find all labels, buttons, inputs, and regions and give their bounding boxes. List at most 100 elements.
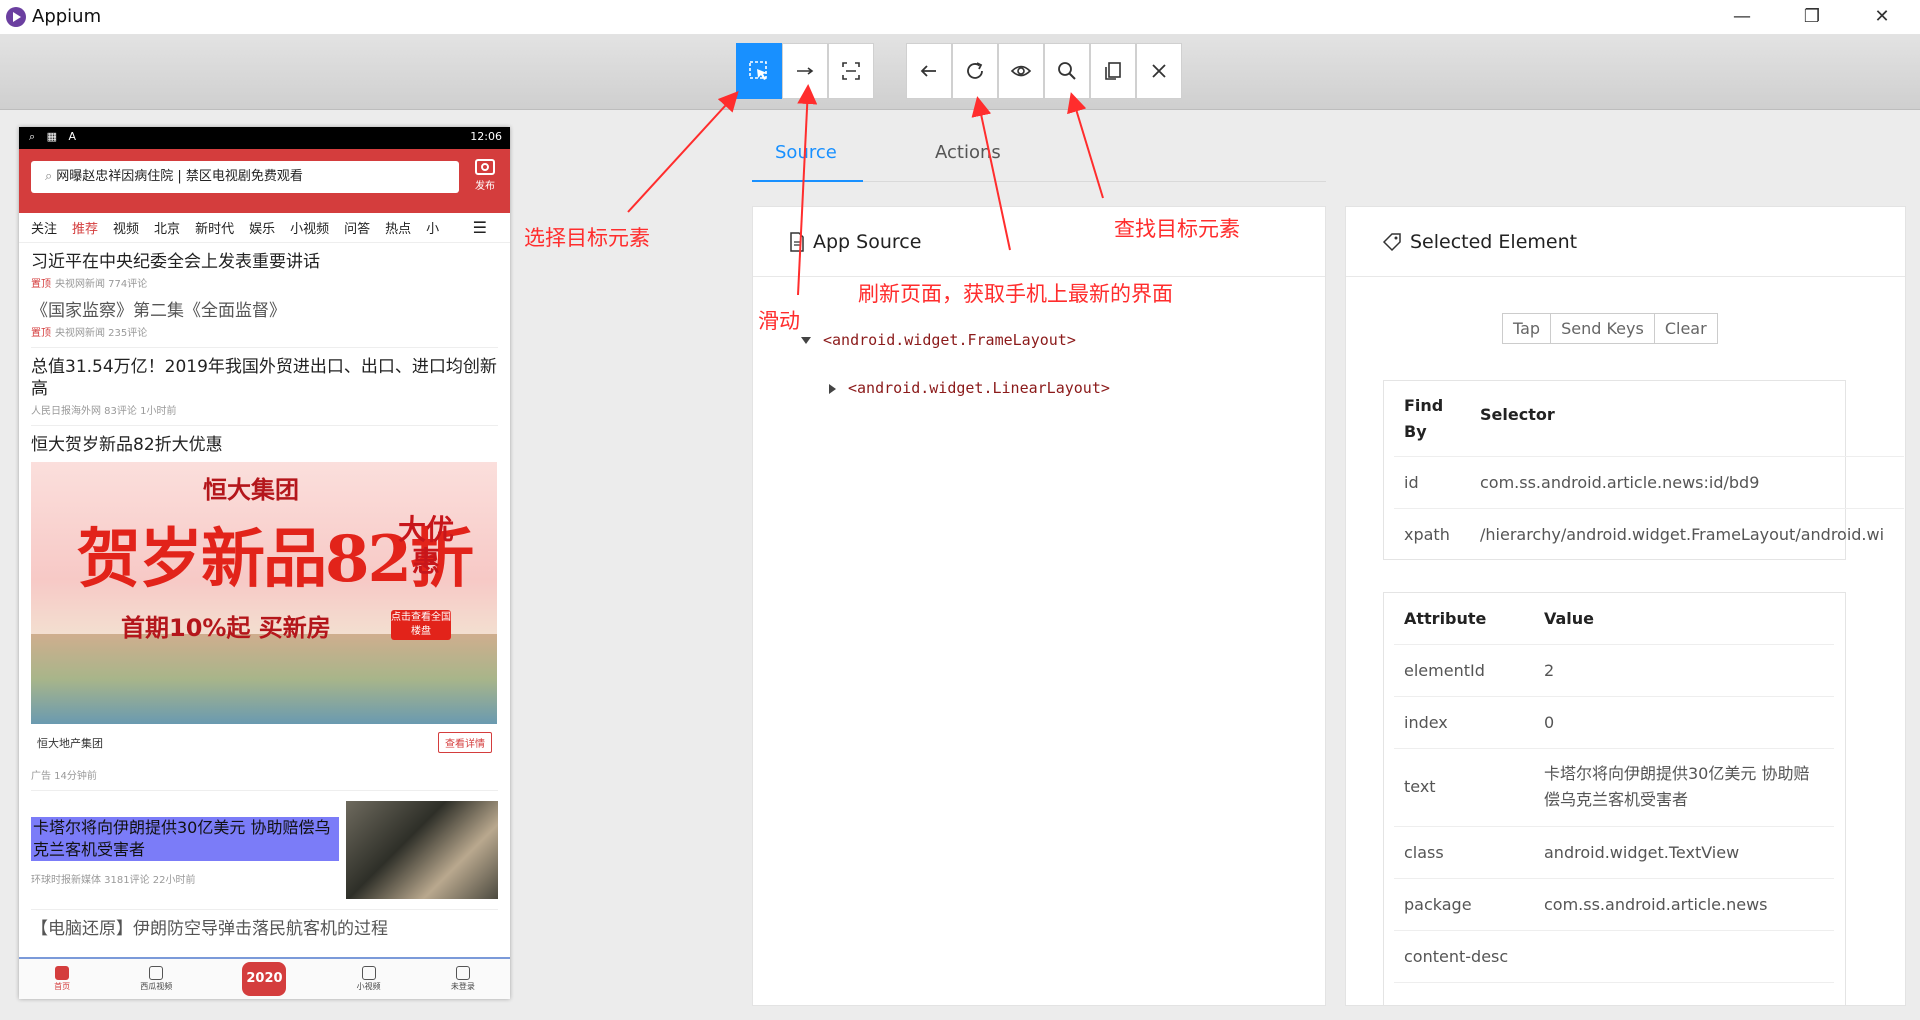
close-button[interactable]: ✕	[1852, 0, 1912, 34]
news-title: 总值31.54万亿！2019年我国外贸进出口、出口、进口均创新高	[31, 357, 497, 399]
ad-meta: 广告 14分钟前	[31, 771, 97, 782]
news-meta: 人民日报海外网 83评论 1小时前	[31, 406, 177, 417]
selected-news-title[interactable]: 卡塔尔将向伊朗提供30亿美元 协助赔偿乌克兰客机受害者	[31, 817, 339, 861]
arrow-left-icon	[920, 65, 936, 77]
bottom-nav-login[interactable]: 未登录	[451, 966, 475, 992]
restore-button[interactable]: ❐	[1782, 0, 1842, 34]
camera-icon	[475, 159, 495, 175]
toggle-visibility-button[interactable]	[998, 43, 1044, 99]
swipe-button[interactable]	[782, 43, 828, 99]
channel-tab[interactable]: 娱乐	[249, 218, 275, 237]
news-meta: 置顶 央视网新闻 235评论	[31, 328, 148, 339]
ad-detail-button[interactable]: 查看详情	[438, 732, 492, 753]
selected-element-header: Selected Element	[1346, 207, 1905, 277]
list-item[interactable]: 习近平在中央纪委全会上发表重要讲话 置顶 央视网新闻 774评论	[31, 243, 498, 292]
ad-subline: 首期10%起 买新房	[121, 614, 331, 642]
caret-down-icon[interactable]	[801, 337, 811, 344]
copy-xml-button[interactable]	[1090, 43, 1136, 99]
tap-button[interactable]: Tap	[1502, 313, 1552, 344]
status-bar: ⌕ ▦ A 12:06	[19, 127, 510, 149]
table-row[interactable]: xpath /hierarchy/android.widget.FrameLay…	[1394, 509, 1904, 561]
ad-item[interactable]: 恒大贺岁新品82折大优惠 恒大集团 贺岁新品82折 大优惠 首期10%起 买新房…	[31, 426, 498, 791]
send-keys-button[interactable]: Send Keys	[1550, 313, 1655, 344]
list-item[interactable]: 总值31.54万亿！2019年我国外贸进出口、出口、进口均创新高 人民日报海外网…	[31, 348, 498, 426]
tab-indicator	[752, 180, 863, 182]
clear-button[interactable]: Clear	[1653, 313, 1718, 344]
annotation-select: 选择目标元素	[524, 226, 650, 250]
select-cursor-icon	[749, 61, 767, 80]
news-meta: 环球时报新媒体 3181评论 22小时前	[31, 875, 196, 886]
swipe-arrow-icon	[797, 67, 814, 75]
home-icon	[55, 966, 70, 980]
app-source-title: App Source	[813, 230, 922, 253]
select-element-button[interactable]	[736, 43, 782, 99]
channel-tab[interactable]: 视频	[113, 218, 139, 237]
element-actions: Tap Send Keys Clear	[1502, 313, 1718, 344]
table-row: content-desc	[1394, 931, 1834, 983]
search-icon: ⌕	[45, 169, 53, 184]
appium-logo-icon	[6, 7, 26, 27]
minimize-icon[interactable]: —	[1712, 0, 1772, 34]
tree-node[interactable]: <android.widget.FrameLayout>	[801, 331, 1076, 349]
channel-tab-active[interactable]: 推荐	[72, 218, 98, 237]
app-source-panel: App Source <android.widget.FrameLayout> …	[752, 206, 1326, 1006]
tab-actions[interactable]: Actions	[935, 142, 1001, 163]
inspector-tabs: Source Actions	[752, 138, 1326, 182]
table-row[interactable]: id com.ss.android.article.news:id/bd9	[1394, 457, 1904, 509]
channel-tab[interactable]: 新时代	[195, 218, 234, 237]
menu-icon[interactable]: ☰	[473, 218, 487, 237]
ad-image: 恒大集团 贺岁新品82折 大优惠 首期10%起 买新房 点击查看全国楼盘	[31, 462, 497, 724]
tree-node[interactable]: <android.widget.LinearLayout>	[829, 379, 1110, 397]
arrow-to-select	[627, 91, 739, 213]
quit-session-button[interactable]	[1136, 43, 1182, 99]
bottom-nav-shortvideo[interactable]: 小视频	[357, 966, 381, 992]
find-by-table: Find By Selector id com.ss.android.artic…	[1383, 380, 1904, 560]
news-title: 《国家监察》第二集《全面监督》	[31, 301, 286, 321]
status-icons: ⌕ ▦ A	[29, 130, 81, 143]
attributes-table: Attribute Value elementId 2 index 0 text…	[1383, 592, 1846, 1005]
attributes-header: Attribute Value	[1394, 593, 1834, 645]
channel-tab[interactable]: 关注	[31, 218, 57, 237]
back-button[interactable]	[906, 43, 952, 99]
bottom-nav-2020[interactable]: 2020	[242, 962, 287, 996]
publish-button[interactable]: 发布	[470, 159, 500, 192]
channel-tab[interactable]: 小视频	[290, 218, 329, 237]
ad-brand: 恒大集团	[203, 476, 299, 504]
play-icon	[149, 966, 164, 980]
app-title: Appium	[32, 6, 102, 27]
find-by-header: Find By Selector	[1394, 381, 1904, 457]
table-row: text 卡塔尔将向伊朗提供30亿美元 协助赔偿乌克兰客机受害者	[1394, 749, 1834, 827]
bottom-nav-home[interactable]: 首页	[54, 966, 70, 992]
list-item[interactable]: 【电脑还原】伊朗防空导弹击落民航客机的过程	[31, 910, 498, 948]
phone-search-box[interactable]: ⌕ 网曝赵忠祥因病住院 | 禁区电视剧免费观看	[31, 161, 459, 193]
copy-icon	[1105, 62, 1121, 80]
bottom-nav-xigua[interactable]: 西瓜视频	[140, 966, 172, 992]
channel-tab[interactable]: 热点	[385, 218, 411, 237]
channel-tab[interactable]: 北京	[154, 218, 180, 237]
channel-tab[interactable]: 问答	[344, 218, 370, 237]
video-icon	[361, 966, 376, 980]
tab-source[interactable]: Source	[775, 142, 837, 163]
phone-bottom-nav: 首页 西瓜视频 2020 小视频 未登录	[19, 957, 510, 999]
tap-coordinates-button[interactable]	[828, 43, 874, 99]
eye-icon	[1010, 65, 1032, 77]
ad-company: 恒大地产集团	[37, 736, 103, 750]
search-button[interactable]	[1044, 43, 1090, 99]
list-item[interactable]: 《国家监察》第二集《全面监督》 置顶 央视网新闻 235评论	[31, 292, 498, 348]
app-header: ⌕ 网曝赵忠祥因病住院 | 禁区电视剧免费观看 发布	[19, 149, 510, 213]
list-item[interactable]: 卡塔尔将向伊朗提供30亿美元 协助赔偿乌克兰客机受害者 环球时报新媒体 3181…	[31, 791, 498, 910]
table-row: elementId 2	[1394, 645, 1834, 697]
title-bar: Appium — ❐ ✕	[0, 0, 1920, 34]
publish-label: 发布	[475, 181, 495, 192]
channel-tab[interactable]: 小	[426, 218, 439, 237]
search-icon	[1058, 62, 1076, 80]
status-time: 12:06	[470, 130, 502, 143]
caret-right-icon[interactable]	[829, 383, 836, 394]
table-row: class android.widget.TextView	[1394, 827, 1834, 879]
user-icon	[455, 966, 470, 980]
refresh-button[interactable]	[952, 43, 998, 99]
annotation-search: 查找目标元素	[1114, 217, 1240, 241]
device-screenshot[interactable]: ⌕ ▦ A 12:06 ⌕ 网曝赵忠祥因病住院 | 禁区电视剧免费观看 发布 关注…	[19, 127, 510, 999]
news-feed: 习近平在中央纪委全会上发表重要讲话 置顶 央视网新闻 774评论 《国家监察》第二…	[19, 243, 510, 948]
refresh-icon	[967, 62, 983, 79]
